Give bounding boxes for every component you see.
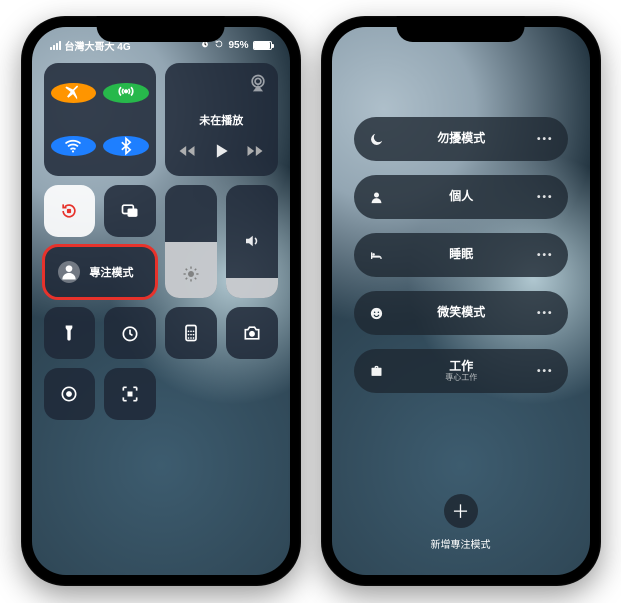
wifi-button[interactable] [51,136,97,156]
connectivity-tile [44,63,157,176]
next-track-button[interactable] [245,141,265,166]
person-icon [58,261,80,283]
screen-left: 台灣大哥大 4G 95% [32,27,290,575]
focus-row-label: 勿擾模式 [386,132,537,146]
control-center: 未在播放 [44,63,278,563]
screen-mirroring-icon [120,201,140,221]
add-focus-section: ＋ 新增專注模式 [332,494,590,551]
bed-icon [368,247,386,263]
focus-row-sleep[interactable]: 睡眠 ••• [354,233,568,277]
volume-fill [226,278,278,298]
add-focus-button[interactable]: ＋ [444,494,478,528]
battery-fill [254,42,270,49]
more-icon[interactable]: ••• [537,134,554,145]
focus-row-label: 個人 [386,190,537,204]
screen-record-button[interactable] [44,368,96,420]
camera-icon [242,323,262,343]
focus-row-smile[interactable]: 微笑模式 ••• [354,291,568,335]
screen-right: 勿擾模式 ••• 個人 ••• 睡眠 ••• 微笑模式 ••• 工 [332,27,590,575]
moon-icon [368,132,386,147]
focus-label: 專注模式 [90,264,134,280]
focus-row-label: 睡眠 [386,248,537,262]
brightness-icon [182,265,200,288]
brightness-slider[interactable] [165,185,217,298]
airplane-mode-button[interactable] [51,83,97,103]
wifi-icon [63,136,83,156]
play-button[interactable] [211,141,231,166]
focus-row-label: 工作 [386,360,537,374]
more-icon[interactable]: ••• [537,366,554,377]
antenna-icon [116,83,136,103]
now-playing-title: 未在播放 [199,112,243,128]
focus-row-personal[interactable]: 個人 ••• [354,175,568,219]
calculator-button[interactable] [165,307,217,359]
bluetooth-icon [116,136,136,156]
plus-icon: ＋ [452,498,470,524]
camera-button[interactable] [226,307,278,359]
qr-icon [120,384,140,404]
media-tile[interactable]: 未在播放 [165,63,278,176]
timer-button[interactable] [104,307,156,359]
notch [96,16,225,42]
flashlight-icon [59,323,79,343]
bluetooth-button[interactable] [103,136,149,156]
more-icon[interactable]: ••• [537,308,554,319]
flashlight-button[interactable] [44,307,96,359]
briefcase-icon [368,364,386,379]
cellular-data-button[interactable] [103,83,149,103]
battery-pct: 95% [228,40,248,51]
focus-button[interactable]: 專注模式 [44,246,157,298]
add-focus-label: 新增專注模式 [431,536,491,551]
qr-scan-button[interactable] [104,368,156,420]
volume-icon [243,232,261,255]
person-icon [368,190,386,205]
screen-mirroring-button[interactable] [104,185,156,237]
airplane-icon [63,83,83,103]
smile-icon [368,306,386,321]
rotation-lock-button[interactable] [44,185,96,237]
airplay-icon[interactable] [248,73,268,98]
prev-track-button[interactable] [177,141,197,166]
battery-icon [253,41,272,50]
phone-left: 台灣大哥大 4G 95% [21,16,301,586]
signal-bars-icon [50,41,61,50]
rotation-lock-icon [59,201,79,221]
focus-row-work[interactable]: 工作 專心工作 ••• [354,349,568,393]
notch [396,16,525,42]
phone-right: 勿擾模式 ••• 個人 ••• 睡眠 ••• 微笑模式 ••• 工 [321,16,601,586]
media-controls [177,141,265,168]
record-icon [59,384,79,404]
focus-row-dnd[interactable]: 勿擾模式 ••• [354,117,568,161]
timer-icon [120,323,140,343]
focus-row-label: 微笑模式 [386,306,537,320]
calculator-icon [181,323,201,343]
volume-slider[interactable] [226,185,278,298]
focus-row-sublabel: 專心工作 [386,373,537,382]
more-icon[interactable]: ••• [537,250,554,261]
more-icon[interactable]: ••• [537,192,554,203]
